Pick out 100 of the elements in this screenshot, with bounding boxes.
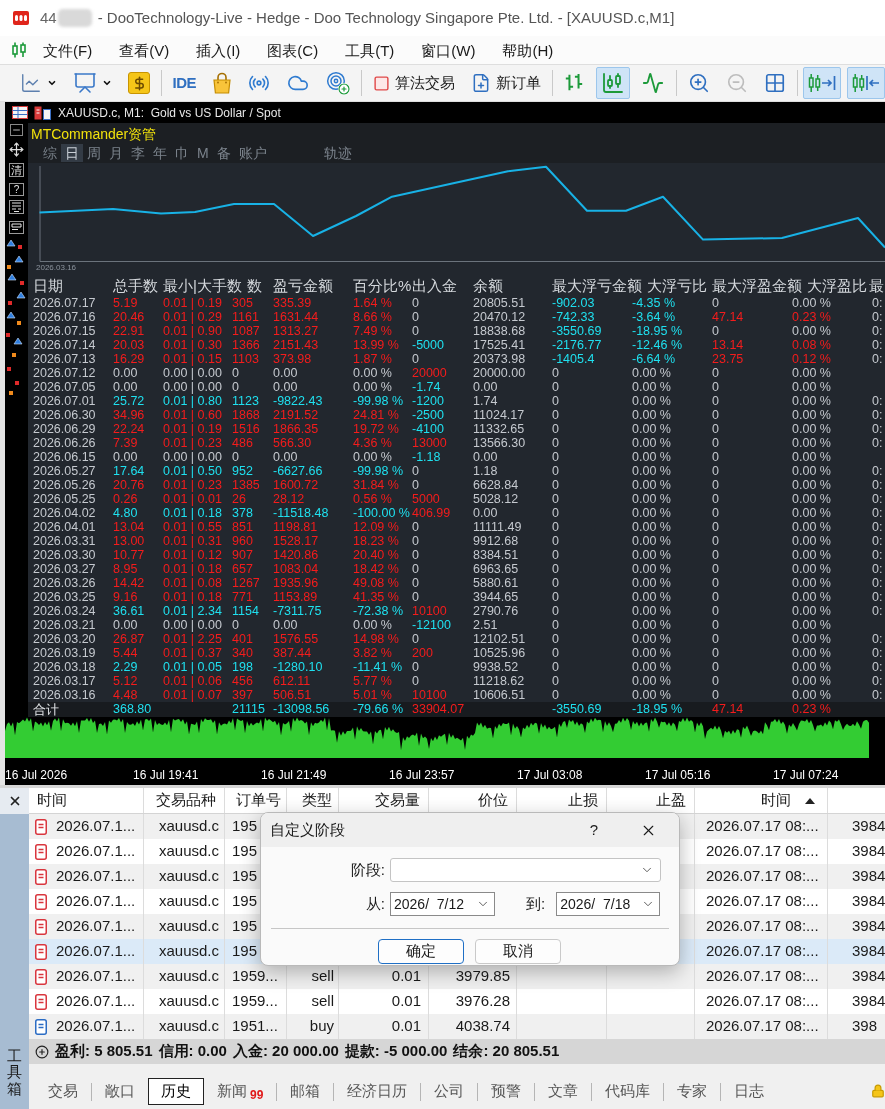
table-cell: 0.00 % [632,660,671,674]
table-cell-text: 3984 [852,841,885,862]
table-cell: -1200 [412,394,444,408]
table-cell: 34.96 [113,408,145,422]
table-cell: 1.18 [473,464,498,478]
table-cell-text: xauusd.c [158,966,219,987]
total-cell: -13098.56 [273,702,330,716]
table-cell: 13000 [412,436,447,450]
table-cell: 0 [552,464,559,478]
table-cell: 0 [412,590,419,604]
table-cell-text: 3984 [852,891,885,912]
table-cell: 0.00 % [792,604,831,618]
table-cell: 0.00 % [792,324,831,338]
table-cell: 0: [872,562,883,576]
table-cell: 0: [872,688,883,702]
table-cell: 2026.03.17 [33,674,96,688]
table-cell: 0 [712,492,719,506]
table-cell: 2026.03.25 [33,590,96,604]
table-cell: 0: [872,492,883,506]
table-cell: 0.12 % [792,352,831,366]
table-cell: 0.00 % [353,380,392,394]
table-cell: 0.00 [113,618,138,632]
table-cell: 486 [232,436,253,450]
table-cell-text: 0.01 [391,966,421,987]
table-cell-text: 2026.07.17 08:... [706,816,819,837]
table-cell: 0.01 | 0.30 [163,338,222,352]
summary-value: 盈利: 5 805.51 [55,1041,153,1062]
table-cell-text: 2026.07.1... [56,816,136,837]
table-cell: 0 [412,520,419,534]
table-cell: -9822.43 [273,394,323,408]
table-cell: 0: [872,408,883,422]
table-cell: 10100 [412,604,447,618]
table-cell: 0 [552,604,559,618]
table-cell: 0.00 [273,380,298,394]
table-cell-text: 2026.07.1... [56,966,136,987]
table-cell-text: 3984 [852,816,885,837]
table-cell: 0: [872,674,883,688]
table-cell: 2790.76 [473,604,519,618]
table-cell: 0.01 | 0.01 [163,492,222,506]
table-cell: 0: [872,534,883,548]
table-cell: 0 [412,674,419,688]
panel-title: MTCommander资管 [31,126,157,142]
table-cell: 0 [712,534,719,548]
table-cell: 0: [872,632,883,646]
total-cell: 21115 [232,702,265,716]
column-header: 余额 [473,277,503,294]
table-cell: 0.00 [273,366,298,380]
table-cell: 20.40 % [353,548,399,562]
table-cell: 0 [552,548,559,562]
table-cell-text: 195 [232,941,258,962]
table-cell: 387.44 [273,646,312,660]
table-cell: 2026.03.30 [33,548,96,562]
table-cell-text: 1951... [232,1016,278,1037]
table-cell: 0: [872,576,883,590]
table-cell: 19.72 % [353,422,399,436]
table-cell: 1516 [232,422,260,436]
table-cell: 771 [232,590,253,604]
time-axis-label: 16 Jul 21:49 [261,767,327,782]
table-cell: 22.91 [113,324,145,338]
table-cell-text: 2026.07.17 08:... [706,966,819,987]
table-cell: 20.76 [113,478,145,492]
table-cell: -12.46 % [632,338,683,352]
table-cell: 960 [232,534,253,548]
table-cell: 0.00 % [792,436,831,450]
table-cell: 1.87 % [353,352,392,366]
table-cell: 1.74 [473,394,498,408]
table-cell: 406.99 [412,506,451,520]
column-header: 出入金 [412,277,457,294]
table-cell: 23.75 [712,352,744,366]
table-cell: 0.00 % [632,380,671,394]
table-cell: 0: [872,296,883,310]
table-cell: -1.74 [412,380,441,394]
table-cell-text: 2026.07.17 08:... [706,841,819,862]
table-cell-text: 2026.07.1... [56,841,136,862]
table-cell: 0 [712,604,719,618]
table-cell-text: xauusd.c [158,891,219,912]
table-cell: 0.00 [473,506,498,520]
table-cell: 1154 [232,604,259,618]
table-cell: 0.00 % [632,688,671,702]
table-cell: 0: [872,324,883,338]
table-cell: 2.29 [113,660,138,674]
column-header: 大浮盈比 [807,277,867,294]
column-header: 总手数 [113,277,158,294]
table-cell: 0.00 % [632,534,671,548]
table-cell: 0: [872,352,883,366]
table-cell: 13.04 [113,520,145,534]
table-cell-text: 2026.07.17 08:... [706,991,819,1012]
table-cell: 0: [872,394,883,408]
table-cell: 2026.03.20 [33,632,96,646]
table-cell-text: xauusd.c [158,916,219,937]
table-cell-text: 2026.07.17 08:... [706,891,819,912]
table-cell: 2026.07.15 [33,324,96,338]
table-cell: 952 [232,464,253,478]
table-cell: 20805.51 [473,296,526,310]
table-cell: -18.95 % [632,324,683,338]
table-cell: 0.01 | 0.07 [163,688,222,702]
table-cell-text: 4038.74 [455,1016,510,1037]
table-cell: 0 [712,590,719,604]
table-cell: 0.01 | 0.55 [163,520,222,534]
total-cell: -79.66 % [353,702,404,716]
